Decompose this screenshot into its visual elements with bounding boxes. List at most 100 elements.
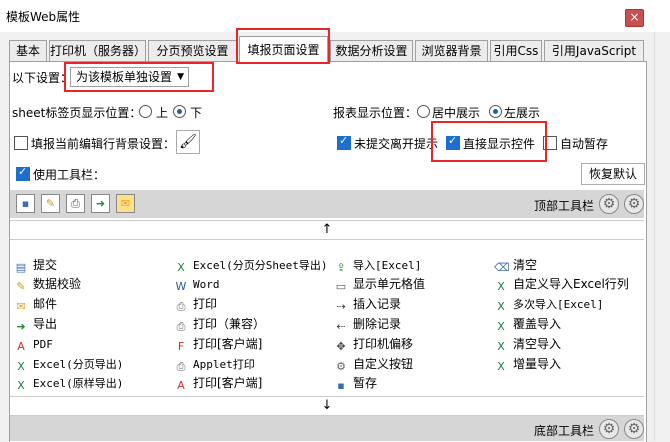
scope-label: 以下设置： bbox=[12, 71, 73, 85]
grid-item[interactable]: X Excel(分页导出) bbox=[10, 355, 123, 374]
title-bar: 模板Web属性 × bbox=[0, 0, 670, 32]
button-label: 删除记录 bbox=[353, 317, 402, 331]
bottom-toolbar-label: 底部工具栏 bbox=[534, 424, 595, 438]
mail-icon[interactable]: ✉ bbox=[116, 194, 135, 213]
grid-item[interactable]: X 清空导入 bbox=[490, 335, 561, 354]
button-label: 自定义按钮 bbox=[353, 357, 414, 371]
fill-row-bg-label: 填报当前编辑行背景设置： bbox=[31, 137, 176, 151]
button-label: 暂存 bbox=[353, 376, 378, 390]
grid-item[interactable]: ▭ 显示单元格值 bbox=[330, 275, 425, 294]
excel-icon: X bbox=[497, 320, 505, 333]
button-label: Excel(分页分Sheet导出) bbox=[193, 259, 328, 272]
button-label: 清空导入 bbox=[513, 337, 562, 351]
scope-select[interactable]: 为该模板单独设置 ▼ bbox=[70, 67, 189, 87]
gear-icon-secondary[interactable]: ⚙ bbox=[624, 419, 644, 439]
grid-item[interactable]: W Word bbox=[170, 275, 220, 294]
direct-control-checkbox[interactable] bbox=[446, 134, 460, 150]
button-label: 打印 bbox=[193, 297, 218, 311]
grid-item[interactable]: ⎙ Applet打印 bbox=[170, 355, 255, 374]
close-button[interactable]: × bbox=[625, 9, 644, 27]
grid-item[interactable]: ⇪ 导入[Excel] bbox=[330, 256, 421, 275]
excel-icon: X bbox=[177, 261, 185, 274]
tab-javascript[interactable]: 引用JavaScript bbox=[544, 40, 644, 62]
tab-printer-server[interactable]: 打印机（服务器） bbox=[49, 40, 146, 62]
top-toolbar: ▪ ✎ ⎙ ➜ ✉ 顶部工具栏 ⚙ ⚙ bbox=[10, 190, 644, 218]
grid-item[interactable]: A PDF bbox=[10, 335, 53, 354]
grid-item[interactable]: ▤ 提交 bbox=[10, 256, 57, 275]
excel-icon: X bbox=[497, 360, 505, 373]
grid-item[interactable]: ➜ 导出 bbox=[10, 315, 57, 334]
button-label: 清空 bbox=[513, 258, 538, 272]
gear-icon[interactable]: ⚙ bbox=[599, 419, 619, 439]
insert-row-icon: ⇢ bbox=[336, 300, 346, 313]
grid-item[interactable]: ✉ 邮件 bbox=[10, 295, 57, 314]
report-left-radio[interactable] bbox=[489, 105, 502, 118]
grid-item[interactable]: X 自定义导入Excel行列 bbox=[490, 275, 629, 294]
gear-icon-secondary[interactable]: ⚙ bbox=[624, 194, 644, 214]
bottom-toolbar: 底部工具栏 ⚙ ⚙ bbox=[10, 416, 644, 441]
button-label: 打印[客户端] bbox=[193, 337, 263, 351]
edit-icon[interactable]: ✎ bbox=[41, 194, 60, 213]
button-label: 导入[Excel] bbox=[353, 259, 422, 272]
sheet-tab-top-radio[interactable] bbox=[139, 105, 152, 118]
grid-item[interactable]: F 打印[客户端] bbox=[170, 335, 263, 354]
use-toolbar-label: 使用工具栏： bbox=[33, 168, 106, 182]
report-center-radio[interactable] bbox=[417, 105, 430, 118]
tab-basic[interactable]: 基本 bbox=[9, 40, 47, 62]
scope-value: 为该模板单独设置 bbox=[76, 70, 173, 84]
verify-icon: ✎ bbox=[16, 280, 26, 293]
grid-item[interactable]: ⇠ 删除记录 bbox=[330, 315, 401, 334]
tab-css[interactable]: 引用Css bbox=[490, 40, 542, 62]
autosave-label: 自动暂存 bbox=[560, 137, 609, 151]
excel-icon: X bbox=[17, 379, 25, 392]
save-icon: ▪ bbox=[337, 379, 345, 392]
print-icon[interactable]: ⎙ bbox=[66, 194, 85, 213]
applet-print-icon: ⎙ bbox=[176, 360, 186, 373]
word-icon: W bbox=[175, 280, 187, 293]
save-icon[interactable]: ▪ bbox=[16, 194, 35, 213]
grid-item[interactable]: X 覆盖导入 bbox=[490, 315, 561, 334]
button-label: 打印[客户端] bbox=[193, 376, 263, 390]
autosave-checkbox[interactable] bbox=[543, 136, 557, 150]
import-icon: ⇪ bbox=[336, 261, 346, 274]
grid-item[interactable]: ✎ 数据校验 bbox=[10, 275, 81, 294]
grid-item[interactable]: A 打印[客户端] bbox=[170, 374, 262, 393]
tab-fill-page-settings[interactable]: 填报页面设置 bbox=[239, 36, 328, 63]
grid-item[interactable]: ⇢ 插入记录 bbox=[330, 295, 401, 314]
grid-item[interactable]: ⌫ 清空 bbox=[490, 256, 537, 275]
gear-icon[interactable]: ⚙ bbox=[599, 194, 619, 214]
down-arrow-icon: ↓ bbox=[321, 398, 333, 413]
grid-item[interactable]: ⚙ 自定义按钮 bbox=[330, 355, 413, 374]
scrollbar[interactable] bbox=[654, 32, 670, 441]
grid-item[interactable]: ⎙ 打印（兼容） bbox=[170, 315, 265, 334]
button-label: 提交 bbox=[33, 258, 58, 272]
report-center-label: 居中展示 bbox=[432, 106, 481, 120]
excel-icon: X bbox=[497, 300, 505, 313]
grid-item[interactable]: ✥ 打印机偏移 bbox=[330, 335, 413, 354]
fill-row-bg-checkbox[interactable] bbox=[14, 136, 28, 150]
grid-item[interactable]: X 多次导入[Excel] bbox=[490, 295, 603, 314]
tab-browser-background[interactable]: 浏览器背景 bbox=[415, 40, 488, 62]
unsubmitted-prompt-checkbox[interactable] bbox=[337, 134, 351, 150]
submit-icon: ▤ bbox=[15, 261, 27, 274]
grid-item bbox=[490, 374, 513, 393]
grid-item[interactable]: X 增量导入 bbox=[490, 355, 561, 374]
grid-item[interactable]: X Excel(分页分Sheet导出) bbox=[170, 256, 327, 275]
sheet-tab-bottom-radio[interactable] bbox=[173, 105, 186, 118]
paint-bucket-icon[interactable]: 🖌 bbox=[176, 130, 200, 154]
gear-icon: ⚙ bbox=[336, 360, 346, 373]
export-icon[interactable]: ➜ bbox=[91, 194, 110, 213]
grid-item[interactable]: ▪ 暂存 bbox=[330, 374, 377, 393]
button-label: Word bbox=[193, 278, 220, 291]
tab-data-analysis[interactable]: 数据分析设置 bbox=[330, 40, 413, 62]
use-toolbar-checkbox[interactable] bbox=[16, 165, 30, 181]
move-down-bar[interactable]: ↓ bbox=[10, 396, 644, 416]
restore-default-button[interactable]: 恢复默认 bbox=[581, 163, 645, 185]
tab-page-preview[interactable]: 分页预览设置 bbox=[148, 40, 237, 62]
move-up-bar[interactable]: ↑ bbox=[10, 220, 644, 240]
grid-item[interactable]: ⎙ 打印 bbox=[170, 295, 217, 314]
button-grid: ▤ 提交 X Excel(分页分Sheet导出) ⇪ 导入[Excel] ⌫ 清空 ✎ 数… bbox=[10, 256, 644, 394]
grid-item[interactable]: X Excel(原样导出) bbox=[10, 374, 123, 393]
button-label: PDF bbox=[33, 338, 53, 351]
button-label: 导出 bbox=[33, 317, 58, 331]
